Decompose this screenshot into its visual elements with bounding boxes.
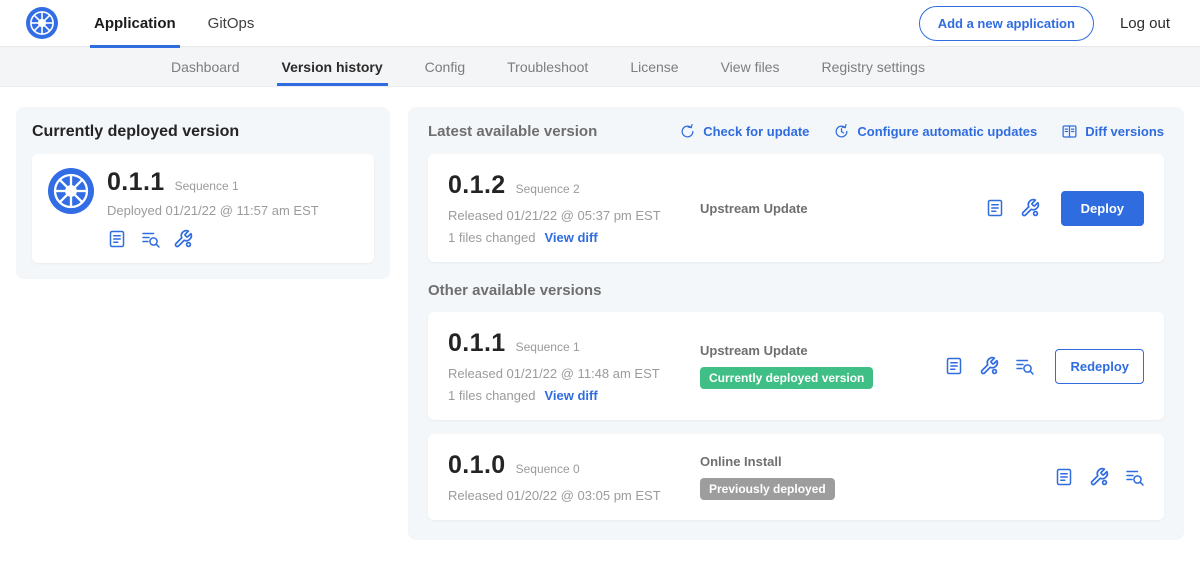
deployed-version-info: 0.1.1 Sequence 1 Deployed 01/21/22 @ 11:…: [107, 168, 319, 249]
version-info: 0.1.2 Sequence 2 Released 01/21/22 @ 05:…: [448, 171, 700, 245]
version-row: 0.1.1 Sequence 1 Released 01/21/22 @ 11:…: [428, 312, 1164, 420]
topbar-right: Add a new application Log out: [919, 6, 1174, 41]
add-application-button[interactable]: Add a new application: [919, 6, 1094, 41]
version-history-panel: Latest available version Check for updat…: [408, 107, 1184, 540]
tab-registry-settings[interactable]: Registry settings: [800, 47, 945, 86]
released-date: Released 01/20/22 @ 03:05 pm EST: [448, 488, 700, 503]
deployed-version-card: 0.1.1 Sequence 1 Deployed 01/21/22 @ 11:…: [32, 154, 374, 263]
deployed-panel-title: Currently deployed version: [32, 123, 374, 141]
diff-versions-link[interactable]: Diff versions: [1061, 123, 1164, 140]
release-notes-icon[interactable]: [1054, 467, 1074, 487]
view-files-icon[interactable]: [1014, 356, 1034, 376]
sequence-label: Sequence 2: [516, 182, 580, 196]
released-date: Released 01/21/22 @ 11:48 am EST: [448, 366, 700, 381]
deploy-button[interactable]: Deploy: [1061, 191, 1144, 226]
sequence-label: Sequence 0: [516, 462, 580, 476]
version-row: 0.1.0 Sequence 0 Released 01/20/22 @ 03:…: [428, 434, 1164, 520]
version-source-block: Online Install Previously deployed: [700, 454, 1054, 500]
app-subnav: Dashboard Version history Config Trouble…: [0, 47, 1200, 87]
check-for-update-link[interactable]: Check for update: [679, 123, 809, 140]
config-icon[interactable]: [979, 356, 999, 376]
tab-gitops[interactable]: GitOps: [192, 0, 271, 47]
view-files-icon[interactable]: [1124, 467, 1144, 487]
tab-application[interactable]: Application: [78, 0, 192, 47]
configure-automatic-updates-link[interactable]: Configure automatic updates: [833, 123, 1037, 140]
version-number: 0.1.0: [448, 451, 506, 480]
version-source-block: Upstream Update: [700, 201, 985, 216]
latest-version-header: Latest available version Check for updat…: [428, 123, 1164, 140]
view-diff-link[interactable]: View diff: [544, 388, 597, 403]
view-files-icon[interactable]: [140, 229, 160, 249]
version-row-actions: Redeploy: [944, 349, 1144, 384]
latest-version-card: 0.1.2 Sequence 2 Released 01/21/22 @ 05:…: [428, 154, 1164, 262]
tab-config[interactable]: Config: [404, 47, 486, 86]
deployed-date: Deployed 01/21/22 @ 11:57 am EST: [107, 203, 319, 218]
version-source-block: Upstream Update Currently deployed versi…: [700, 343, 944, 389]
config-icon[interactable]: [173, 229, 193, 249]
latest-version-title: Latest available version: [428, 123, 597, 140]
tab-view-files[interactable]: View files: [700, 47, 801, 86]
currently-deployed-badge: Currently deployed version: [700, 367, 873, 389]
version-info: 0.1.0 Sequence 0 Released 01/20/22 @ 03:…: [448, 451, 700, 503]
version-number: 0.1.2: [448, 171, 506, 200]
refresh-icon: [679, 123, 696, 140]
tab-troubleshoot[interactable]: Troubleshoot: [486, 47, 609, 86]
config-icon[interactable]: [1089, 467, 1109, 487]
configure-automatic-updates-label: Configure automatic updates: [857, 124, 1037, 139]
top-bar: Application GitOps Add a new application…: [0, 0, 1200, 47]
version-info: 0.1.1 Sequence 1 Released 01/21/22 @ 11:…: [448, 329, 700, 403]
auto-update-clock-icon: [833, 123, 850, 140]
released-date: Released 01/21/22 @ 05:37 pm EST: [448, 208, 700, 223]
other-versions-title: Other available versions: [428, 282, 1164, 299]
tab-license[interactable]: License: [609, 47, 699, 86]
deployed-sequence-label: Sequence 1: [175, 179, 239, 193]
version-number: 0.1.1: [448, 329, 506, 358]
deployed-version-number: 0.1.1: [107, 168, 165, 197]
main-content: Currently deployed version: [0, 87, 1200, 540]
release-notes-icon[interactable]: [944, 356, 964, 376]
version-source: Upstream Update: [700, 201, 985, 216]
sequence-label: Sequence 1: [516, 340, 580, 354]
version-actions: Check for update Configure automatic upd…: [679, 123, 1164, 140]
kubernetes-logo-icon: [26, 7, 58, 39]
release-notes-icon[interactable]: [107, 229, 127, 249]
check-for-update-label: Check for update: [703, 124, 809, 139]
version-source: Online Install: [700, 454, 1054, 469]
redeploy-button[interactable]: Redeploy: [1055, 349, 1144, 384]
config-icon[interactable]: [1020, 198, 1040, 218]
logout-link[interactable]: Log out: [1120, 15, 1170, 32]
tab-version-history[interactable]: Version history: [261, 47, 404, 86]
previously-deployed-badge: Previously deployed: [700, 478, 835, 500]
view-diff-link[interactable]: View diff: [544, 230, 597, 245]
diff-versions-label: Diff versions: [1085, 124, 1164, 139]
version-source: Upstream Update: [700, 343, 944, 358]
diff-versions-icon: [1061, 123, 1078, 140]
deployed-actions: [107, 229, 319, 249]
files-changed-label: 1 files changed: [448, 388, 535, 403]
files-changed-label: 1 files changed: [448, 230, 535, 245]
app-kubernetes-icon: [48, 168, 94, 214]
version-row-actions: [1054, 467, 1144, 487]
release-notes-icon[interactable]: [985, 198, 1005, 218]
tab-dashboard[interactable]: Dashboard: [150, 47, 261, 86]
version-row-actions: Deploy: [985, 191, 1144, 226]
currently-deployed-panel: Currently deployed version: [16, 107, 390, 279]
